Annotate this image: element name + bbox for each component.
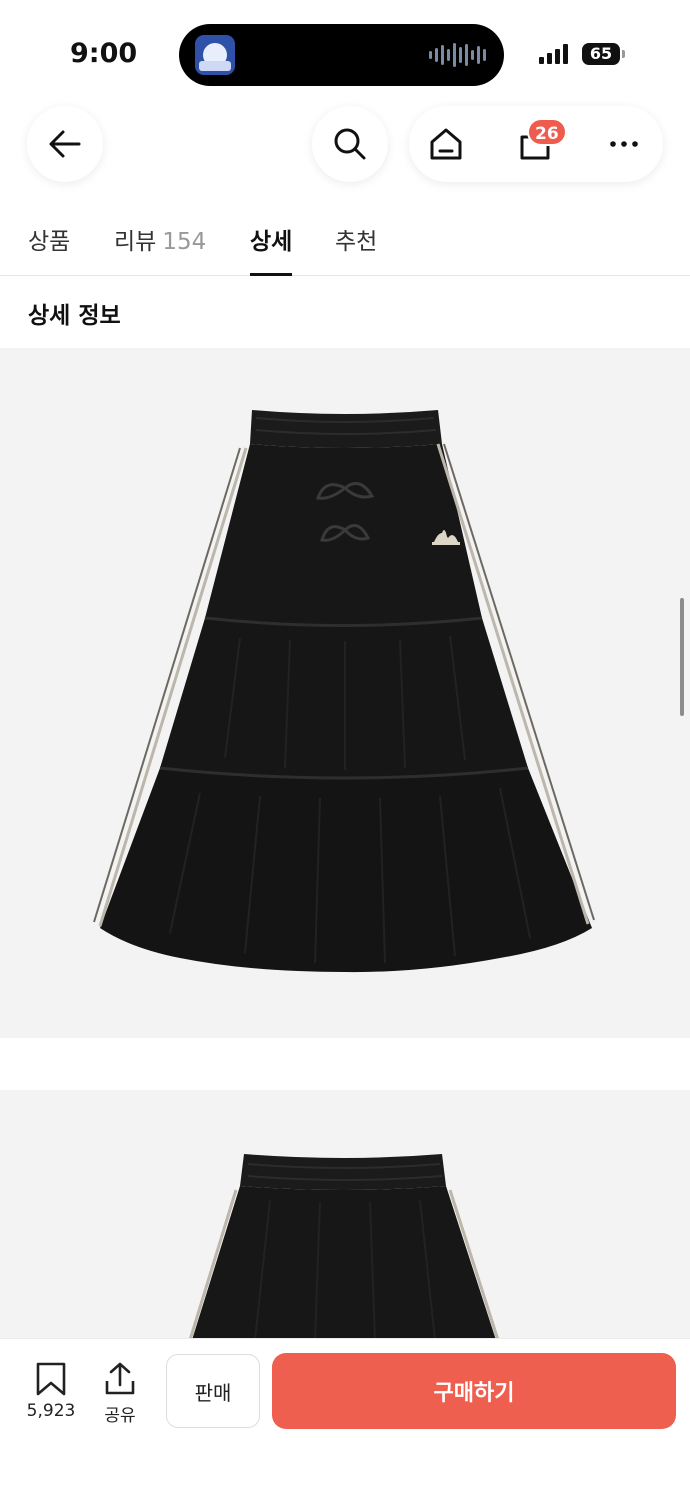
share-icon	[105, 1362, 135, 1395]
tab-reviews[interactable]: 리뷰 154	[114, 222, 206, 276]
arrow-left-icon	[49, 130, 81, 158]
back-button[interactable]	[27, 106, 103, 182]
search-button[interactable]	[312, 106, 388, 182]
tab-product[interactable]: 상품	[28, 222, 70, 276]
bookmark-count: 5,923	[26, 1401, 76, 1421]
bottom-action-bar: 5,923 공유 판매 구매하기	[0, 1338, 690, 1500]
more-horizontal-icon	[610, 141, 638, 147]
product-tabs: 상품 리뷰 154 상세 추천	[0, 210, 690, 276]
share-label: 공유	[104, 1406, 136, 1426]
more-button[interactable]	[605, 125, 643, 163]
cart-count-badge: 26	[527, 118, 567, 146]
bookmark-button[interactable]: 5,923	[20, 1361, 82, 1421]
dynamic-island[interactable]	[179, 24, 504, 86]
tab-details[interactable]: 상세	[250, 222, 293, 276]
now-playing-thumbnail	[195, 35, 235, 75]
tab-label: 상품	[28, 229, 71, 255]
tab-label: 리뷰	[114, 229, 157, 255]
buy-button[interactable]: 구매하기	[272, 1353, 676, 1429]
share-button[interactable]: 공유	[89, 1361, 151, 1426]
home-button[interactable]	[427, 125, 465, 163]
section-title: 상세 정보	[28, 303, 121, 329]
home-icon	[430, 128, 462, 160]
review-count: 154	[162, 229, 207, 255]
search-icon	[334, 128, 366, 160]
scrollbar[interactable]	[680, 598, 684, 716]
bookmark-icon	[36, 1362, 66, 1396]
status-time: 9:00	[70, 38, 138, 69]
skirt-back-image	[188, 1154, 500, 1340]
tab-recommend[interactable]: 추천	[335, 222, 377, 276]
product-image-front[interactable]	[0, 348, 690, 1038]
tab-label: 추천	[335, 229, 378, 255]
skirt-front-image	[93, 410, 595, 973]
sell-button[interactable]: 판매	[166, 1354, 260, 1428]
tab-label: 상세	[250, 229, 293, 255]
battery-icon: 65	[582, 43, 620, 65]
product-image-back[interactable]	[0, 1090, 690, 1340]
cellular-signal-icon	[539, 44, 568, 64]
audio-wave-icon	[429, 43, 486, 67]
status-bar: 9:00 65	[0, 0, 690, 100]
battery-tip	[622, 50, 625, 58]
